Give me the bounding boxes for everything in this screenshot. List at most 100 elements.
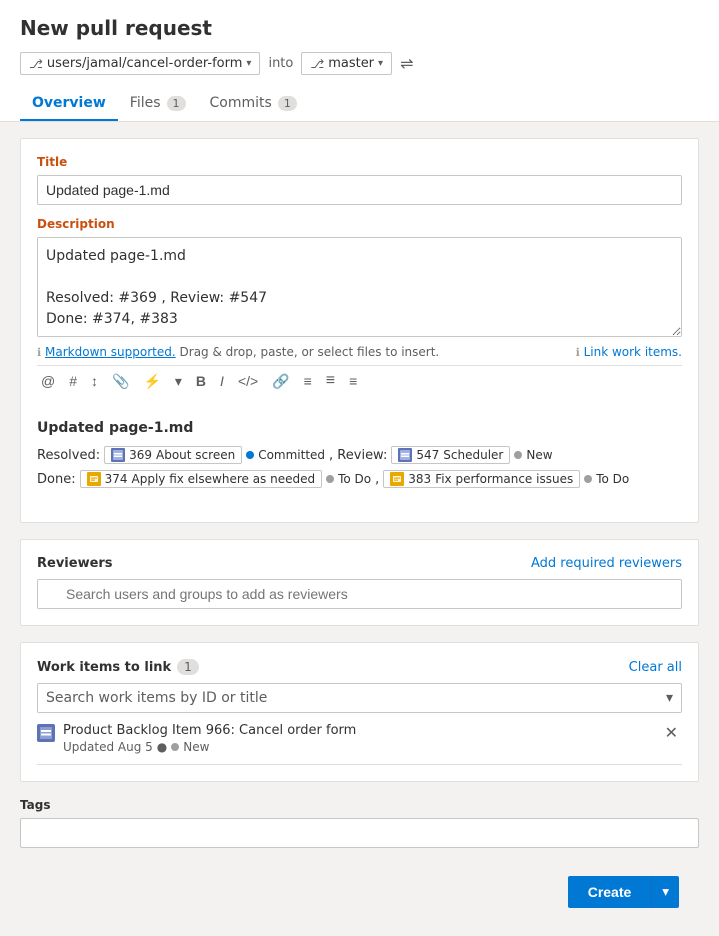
tags-section: Tags: [20, 798, 699, 848]
target-branch-selector[interactable]: ⎇ master ▾: [301, 52, 392, 75]
markdown-support-text: ℹ Markdown supported. Drag & drop, paste…: [37, 345, 439, 359]
work-items-count: 1: [177, 659, 199, 675]
wi-374-status: To Do: [338, 472, 371, 486]
toolbar-bold[interactable]: B: [192, 371, 210, 391]
toolbar-italic[interactable]: I: [216, 371, 228, 391]
tab-overview[interactable]: Overview: [20, 87, 118, 121]
create-button[interactable]: Create: [568, 876, 652, 908]
work-item-search-chevron: ▾: [666, 690, 673, 706]
work-items-title: Work items to link 1: [37, 659, 199, 675]
tab-commits-label: Commits: [210, 95, 272, 111]
work-items-header: Work items to link 1 Clear all: [37, 659, 682, 675]
work-item-title: Product Backlog Item 966: Cancel order f…: [63, 723, 356, 738]
title-field-group: Title: [37, 155, 682, 205]
target-branch-name: master: [328, 56, 374, 71]
editor-toolbar: @ # ↕ 📎 ⚡ ▾ B I </> 🔗 ≡ ≡ ≡: [37, 365, 682, 396]
wi-547-id: 547: [416, 448, 439, 462]
link-work-items-link[interactable]: ℹ Link work items.: [576, 345, 682, 359]
tabs: Overview Files 1 Commits 1: [20, 87, 699, 121]
wi-369-status-dot: [246, 451, 254, 459]
separator: ●: [157, 740, 167, 754]
source-branch-icon: ⎇: [29, 57, 43, 71]
title-input[interactable]: [37, 175, 682, 205]
wi-369-name: About screen: [156, 448, 235, 462]
work-item-updated: Updated Aug 5: [63, 740, 153, 754]
toolbar-hashtag[interactable]: #: [65, 371, 81, 391]
tab-files-badge: 1: [167, 96, 186, 111]
toolbar-unordered-list[interactable]: ≡: [322, 370, 339, 392]
toolbar-mention[interactable]: @: [37, 371, 59, 391]
page-header: New pull request ⎇ users/jamal/cancel-or…: [0, 0, 719, 122]
description-input[interactable]: Updated page-1.md Resolved: #369 , Revie…: [37, 237, 682, 337]
remove-work-item-button[interactable]: ✕: [661, 723, 682, 743]
reviewers-section: Reviewers Add required reviewers 🔍: [20, 539, 699, 626]
toolbar-link[interactable]: 🔗: [268, 371, 293, 392]
tab-files-label: Files: [130, 95, 161, 111]
toolbar-action[interactable]: ⚡: [139, 371, 164, 392]
swap-branches-icon[interactable]: ⇌: [400, 54, 413, 73]
wi-icon-374: [87, 472, 101, 486]
target-branch-chevron: ▾: [378, 58, 383, 69]
work-item-subtitle: Updated Aug 5 ● New: [63, 740, 356, 754]
title-label: Title: [37, 155, 682, 169]
work-item-entry: Product Backlog Item 966: Cancel order f…: [37, 713, 682, 765]
tab-files[interactable]: Files 1: [118, 87, 198, 121]
toolbar-diff[interactable]: ↕: [87, 371, 102, 391]
add-reviewers-link[interactable]: Add required reviewers: [531, 556, 682, 571]
tab-commits[interactable]: Commits 1: [198, 87, 309, 121]
toolbar-attach[interactable]: 📎: [108, 371, 133, 392]
wi-374-id: 374: [105, 472, 128, 486]
wi-chip-369[interactable]: 369 About screen: [104, 446, 242, 464]
markdown-link[interactable]: Markdown supported.: [45, 345, 176, 359]
work-item-info: Product Backlog Item 966: Cancel order f…: [37, 723, 356, 754]
create-dropdown-chevron: ▾: [662, 884, 669, 899]
description-label: Description: [37, 217, 682, 231]
work-item-search-dropdown[interactable]: Search work items by ID or title ▾: [37, 683, 682, 713]
reviewers-label: Reviewers: [37, 556, 113, 571]
source-branch-chevron: ▾: [246, 58, 251, 69]
toolbar-action-dropdown[interactable]: ▾: [171, 371, 186, 392]
textarea-footer: ℹ Markdown supported. Drag & drop, paste…: [37, 345, 682, 359]
wi-383-status-dot: [584, 475, 592, 483]
source-branch-name: users/jamal/cancel-order-form: [47, 56, 243, 71]
wi-374-status-dot: [326, 475, 334, 483]
tags-label: Tags: [20, 798, 699, 812]
work-items-label: Work items to link: [37, 660, 171, 675]
wi-icon-547: [398, 448, 412, 462]
source-branch-selector[interactable]: ⎇ users/jamal/cancel-order-form ▾: [20, 52, 260, 75]
toolbar-code[interactable]: </>: [234, 371, 262, 391]
tab-commits-badge: 1: [278, 96, 297, 111]
reviewers-search-input[interactable]: [37, 579, 682, 609]
wi-547-status-dot: [514, 451, 522, 459]
preview-title: Updated page-1.md: [37, 420, 682, 436]
wi-383-id: 383: [408, 472, 431, 486]
wi-icon-383: [390, 472, 404, 486]
wi-383-status: To Do: [596, 472, 629, 486]
clear-all-link[interactable]: Clear all: [629, 660, 682, 675]
toolbar-task-list[interactable]: ≡: [345, 371, 361, 391]
description-field-group: Description Updated page-1.md Resolved: …: [37, 217, 682, 396]
create-button-group: Create ▾: [568, 876, 679, 908]
work-item-details: Product Backlog Item 966: Cancel order f…: [63, 723, 356, 754]
into-text: into: [268, 56, 293, 71]
drag-drop-text: Drag & drop, paste, or select files to i…: [180, 345, 440, 359]
tags-input[interactable]: [20, 818, 699, 848]
resolved-label: Resolved:: [37, 448, 100, 463]
wi-chip-383[interactable]: 383 Fix performance issues: [383, 470, 580, 488]
work-item-status-dot: [171, 743, 179, 751]
done-line: Done: 374 Apply fix elsewhere as needed …: [37, 470, 682, 488]
branch-bar: ⎇ users/jamal/cancel-order-form ▾ into ⎇…: [20, 52, 699, 75]
target-branch-icon: ⎇: [310, 57, 324, 71]
wi-369-id: 369: [129, 448, 152, 462]
wi-374-name: Apply fix elsewhere as needed: [132, 472, 316, 486]
wi-547-name: Scheduler: [443, 448, 503, 462]
wi-chip-547[interactable]: 547 Scheduler: [391, 446, 510, 464]
work-item-search-placeholder: Search work items by ID or title: [46, 690, 267, 706]
work-items-section: Work items to link 1 Clear all Search wo…: [20, 642, 699, 782]
wi-chip-374[interactable]: 374 Apply fix elsewhere as needed: [80, 470, 323, 488]
create-dropdown-button[interactable]: ▾: [651, 876, 679, 908]
review-separator: , Review:: [329, 448, 387, 463]
toolbar-ordered-list[interactable]: ≡: [300, 371, 316, 391]
wi-icon-369: [111, 448, 125, 462]
wi-369-status: Committed: [258, 448, 325, 462]
